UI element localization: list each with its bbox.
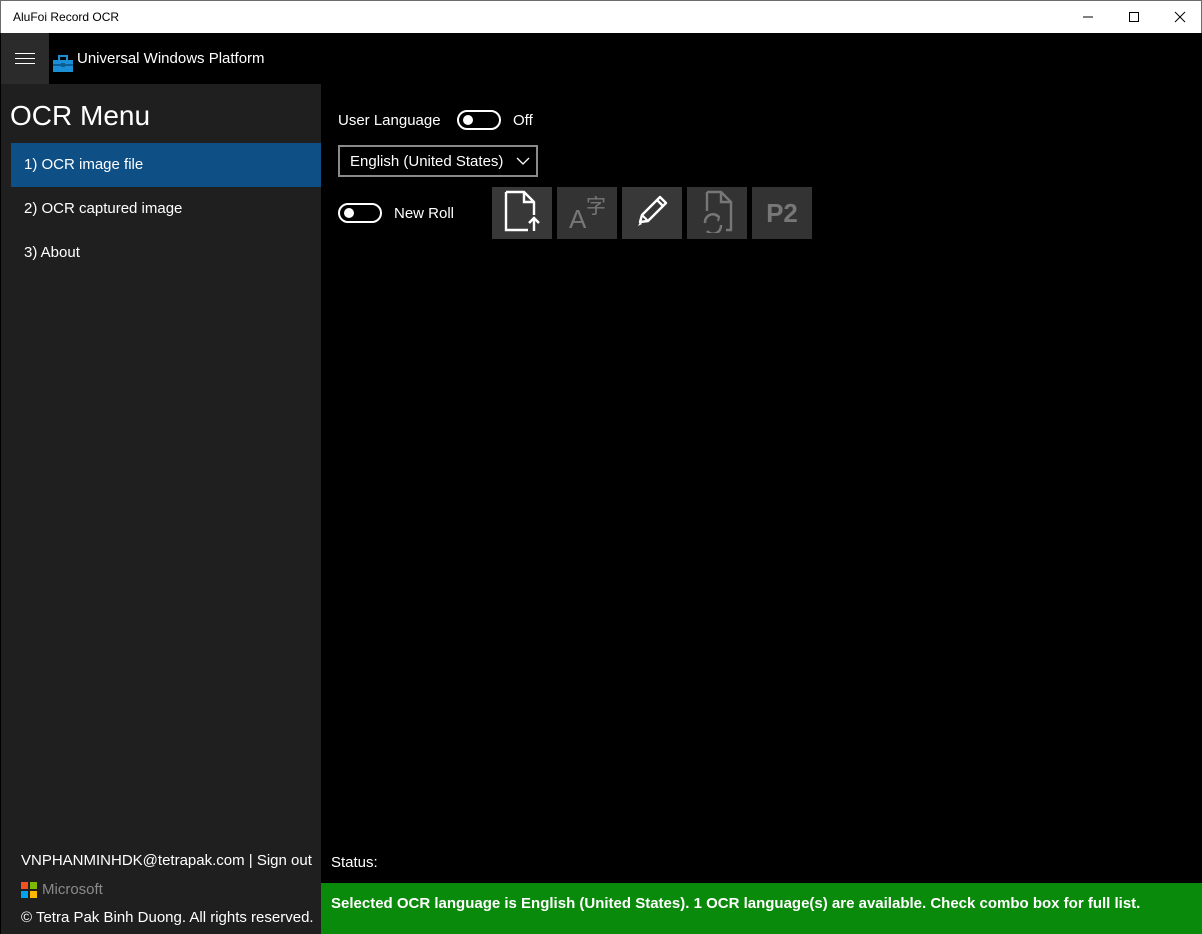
menu-title: OCR Menu xyxy=(10,100,151,131)
document-sync-icon xyxy=(697,189,737,238)
main-content: User Language Off English (United States… xyxy=(321,84,1202,934)
minimize-icon xyxy=(1083,16,1093,18)
window-titlebar: AluFoi Record OCR xyxy=(0,0,1202,33)
sidebar-item-ocr-image-file[interactable]: 1) OCR image file xyxy=(11,143,321,187)
status-bar: Selected OCR language is English (United… xyxy=(321,883,1202,934)
minimize-button[interactable] xyxy=(1065,1,1111,33)
user-email: VNPHANMINHDK@tetrapak.com xyxy=(21,852,245,869)
hamburger-menu-button[interactable] xyxy=(1,33,49,84)
user-language-label: User Language xyxy=(338,112,441,129)
status-message: Selected OCR language is English (United… xyxy=(331,895,1141,912)
file-upload-icon xyxy=(502,189,542,238)
sidebar: OCR Menu 1) OCR image file 2) OCR captur… xyxy=(1,84,321,934)
sidebar-item-about[interactable]: 3) About xyxy=(11,231,321,275)
microsoft-logo: Microsoft xyxy=(21,881,103,898)
maximize-icon xyxy=(1129,12,1139,22)
page-2-label: P2 xyxy=(766,197,798,228)
window-title: AluFoi Record OCR xyxy=(13,10,120,24)
close-button[interactable] xyxy=(1157,1,1202,33)
open-file-button[interactable] xyxy=(492,187,552,239)
microsoft-label: Microsoft xyxy=(42,881,103,898)
new-roll-toggle[interactable] xyxy=(338,203,382,223)
sidebar-item-ocr-captured-image[interactable]: 2) OCR captured image xyxy=(11,187,321,231)
edit-button[interactable] xyxy=(622,187,682,239)
language-combo-value: English (United States) xyxy=(350,153,504,170)
user-account-row: VNPHANMINHDK@tetrapak.com | Sign out xyxy=(21,852,312,869)
app-title: Universal Windows Platform xyxy=(77,50,265,67)
page-2-button[interactable]: P2 xyxy=(752,187,812,239)
new-roll-label: New Roll xyxy=(394,205,455,222)
pencil-icon xyxy=(632,191,672,236)
separator: | xyxy=(244,852,257,869)
app-header: Universal Windows Platform xyxy=(0,33,1202,84)
copyright-text: © Tetra Pak Binh Duong. All rights reser… xyxy=(21,909,314,926)
sign-out-link[interactable]: Sign out xyxy=(257,852,312,869)
svg-text:A: A xyxy=(569,204,587,231)
toolbox-icon xyxy=(52,55,74,78)
maximize-button[interactable] xyxy=(1111,1,1157,33)
user-language-toggle[interactable] xyxy=(457,110,501,130)
language-combo-box[interactable]: English (United States) xyxy=(338,145,538,177)
microsoft-icon xyxy=(21,881,37,898)
svg-text:字: 字 xyxy=(586,194,606,218)
user-language-state: Off xyxy=(513,112,533,129)
ocr-translate-button[interactable]: A 字 xyxy=(557,187,617,239)
status-label: Status: xyxy=(331,854,378,871)
chevron-down-icon xyxy=(516,153,530,174)
replace-button[interactable] xyxy=(687,187,747,239)
character-recognition-icon: A 字 xyxy=(566,191,608,236)
close-icon xyxy=(1174,11,1186,23)
